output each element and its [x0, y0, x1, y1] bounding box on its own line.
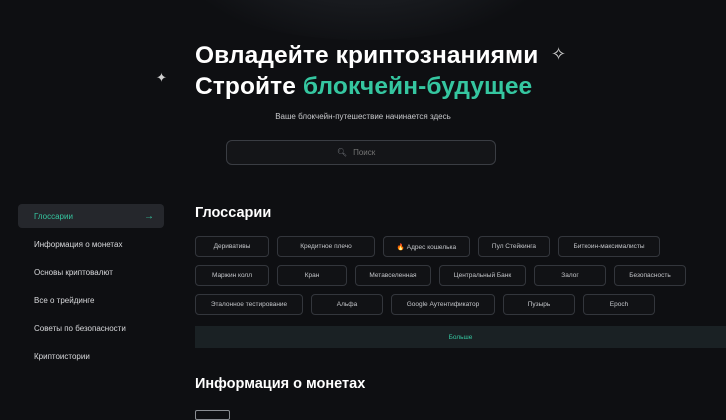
- glossary-tag[interactable]: Кран: [277, 265, 347, 286]
- sidebar-item-stories[interactable]: Криптоистории: [18, 344, 164, 368]
- coin-card-edge: [195, 410, 230, 420]
- glossary-tag[interactable]: Биткоин-максималисты: [558, 236, 660, 257]
- glossary-tag[interactable]: Пул Стейкинга: [478, 236, 550, 257]
- glossary-tag[interactable]: Центральный Банк: [439, 265, 526, 286]
- hero-title-line1: Овладейте криптознаниями: [195, 42, 539, 69]
- search-bar[interactable]: 🔍︎: [226, 140, 496, 165]
- sparkle-icon: ✧: [551, 44, 567, 64]
- glossary-tag[interactable]: Залог: [534, 265, 606, 286]
- sidebar-item-label: Глоссарии: [34, 211, 73, 221]
- search-icon: 🔍︎: [336, 148, 348, 157]
- sidebar-item-coins[interactable]: Информация о монетах: [18, 232, 164, 256]
- hero-title: Овладейте криптознаниями Стройте блокчей…: [195, 40, 538, 102]
- tag-row: Эталонное тестирование Альфа Google Ауте…: [195, 294, 715, 315]
- glossary-tag[interactable]: Безопасность: [614, 265, 686, 286]
- glossary-tags: Деривативы Кредитное плечо 🔥 Адрес кошел…: [195, 236, 715, 323]
- sidebar-item-crypto-basics[interactable]: Основы криптовалют: [18, 260, 164, 284]
- glossary-tag[interactable]: Деривативы: [195, 236, 269, 257]
- sidebar-item-label: Все о трейдинге: [34, 295, 95, 305]
- glossary-tag[interactable]: Эталонное тестирование: [195, 294, 303, 315]
- sidebar-item-label: Основы криптовалют: [34, 267, 113, 277]
- tag-row: Маржин колл Кран Метавселенная Центральн…: [195, 265, 715, 286]
- hero-title-line2-accent: блокчейн-будущее: [302, 73, 533, 100]
- section-title-coins: Информация о монетах: [195, 376, 366, 392]
- glossary-tag[interactable]: Пузырь: [503, 294, 575, 315]
- hero-glow: [150, 0, 580, 40]
- glossary-tag[interactable]: Альфа: [311, 294, 383, 315]
- glossary-tag[interactable]: Epoch: [583, 294, 655, 315]
- sidebar-item-trading[interactable]: Все о трейдинге: [18, 288, 164, 312]
- hero-subtitle: Ваше блокчейн-путешествие начинается зде…: [275, 112, 451, 121]
- hero-title-line2-prefix: Стройте: [195, 73, 303, 100]
- sidebar: Глоссарии → Информация о монетах Основы …: [18, 204, 164, 372]
- sidebar-item-glossary[interactable]: Глоссарии →: [18, 204, 164, 228]
- sparkle-icon: ✦: [156, 70, 167, 85]
- glossary-tag[interactable]: Маржин колл: [195, 265, 269, 286]
- arrow-right-icon: →: [144, 210, 154, 222]
- glossary-tag[interactable]: Метавселенная: [355, 265, 431, 286]
- glossary-tag[interactable]: Кредитное плечо: [277, 236, 375, 257]
- sidebar-item-security[interactable]: Советы по безопасности: [18, 316, 164, 340]
- sidebar-item-label: Информация о монетах: [34, 239, 123, 249]
- glossary-tag[interactable]: Google Аутентификатор: [391, 294, 495, 315]
- glossary-tag[interactable]: 🔥 Адрес кошелька: [383, 236, 470, 257]
- section-title-glossary: Глоссарии: [195, 205, 272, 221]
- sidebar-item-label: Криптоистории: [34, 351, 90, 361]
- tag-row: Деривативы Кредитное плечо 🔥 Адрес кошел…: [195, 236, 715, 257]
- sidebar-item-label: Советы по безопасности: [34, 323, 126, 333]
- more-button[interactable]: Больше: [195, 326, 726, 348]
- search-input[interactable]: [351, 147, 386, 158]
